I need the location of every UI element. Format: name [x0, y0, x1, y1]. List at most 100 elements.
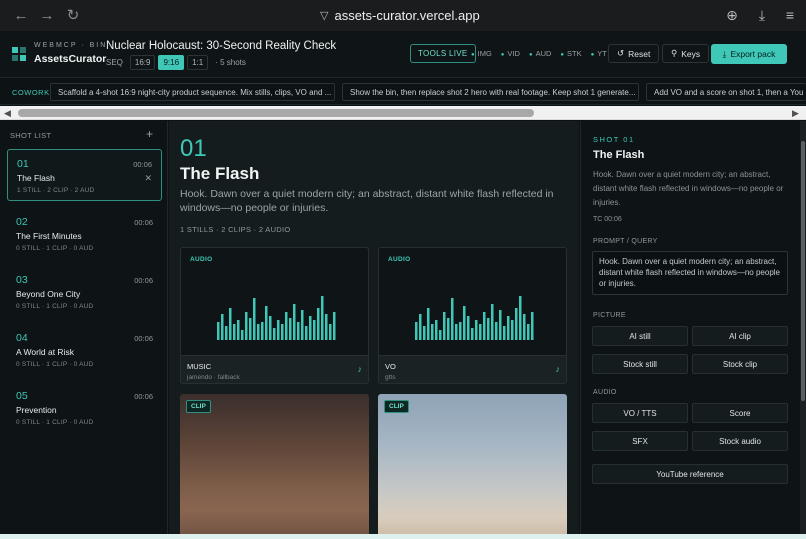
clip-tag: CLIP — [384, 400, 409, 413]
shot-number: 02 — [16, 216, 28, 228]
shot-item-03[interactable]: 03 00:06 Beyond One City 0 STILL · 1 CLI… — [7, 266, 162, 318]
music-note-icon: ♪ — [555, 364, 561, 374]
audio-card-music[interactable]: AUDIO MUSIC jamendo · fallback ♪ — [180, 247, 369, 384]
reset-button[interactable]: ↺ Reset — [608, 44, 660, 63]
audio-source: jamendo · fallback — [187, 374, 240, 381]
shot-name: Prevention — [16, 405, 57, 415]
audio-tag: AUDIO — [388, 256, 411, 263]
shot-meta: 0 STILL · 1 CLIP · 0 AUD — [16, 245, 94, 252]
audio-card-footer: MUSIC jamendo · fallback ♪ — [181, 355, 368, 383]
scrollbar-thumb[interactable] — [18, 109, 534, 117]
capability-stk: STK — [560, 49, 582, 58]
shot-duration: 00:06 — [134, 392, 153, 401]
add-icon[interactable]: ⊕ — [722, 5, 742, 25]
capability-yt: YT — [591, 49, 607, 58]
youtube-reference-button[interactable]: YouTube reference — [592, 464, 788, 484]
ai-still-button[interactable]: AI still — [592, 326, 688, 346]
stock-still-button[interactable]: Stock still — [592, 354, 688, 374]
capability-aud: AUD — [529, 49, 552, 58]
panel-description: Hook. Dawn over a quiet modern city; an … — [593, 170, 784, 207]
cowork-suggestion-chip[interactable]: Show the bin, then replace shot 2 hero w… — [342, 83, 639, 101]
scroll-left-icon[interactable]: ◀ — [4, 108, 11, 119]
shot-duration: 00:06 — [134, 276, 153, 285]
vertical-scrollbar[interactable] — [800, 121, 806, 539]
shot-title: The Flash — [180, 164, 260, 183]
waveform-icon — [217, 296, 336, 340]
keys-button[interactable]: ⚲ Keys — [662, 44, 710, 63]
score-button[interactable]: Score — [692, 403, 788, 423]
add-shot-button[interactable]: + — [146, 127, 153, 141]
back-arrow-icon[interactable]: ← — [12, 6, 30, 24]
url-text: assets-curator.vercel.app — [334, 7, 480, 23]
shot-list-sidebar: SHOT LIST + 01 00:06 The Flash ✕ 1 STILL… — [0, 121, 168, 539]
shot-duration: 00:06 — [133, 160, 152, 169]
ai-clip-button[interactable]: AI clip — [692, 326, 788, 346]
sfx-button[interactable]: SFX — [592, 431, 688, 451]
ratio-9-16-button[interactable]: 9:16 — [158, 55, 185, 70]
audio-card-footer: VO gtts ♪ — [379, 355, 566, 383]
export-pack-button[interactable]: ⤓ Export pack — [711, 44, 787, 64]
shot-item-05[interactable]: 05 00:06 Prevention 0 STILL · 1 CLIP · 0… — [7, 382, 162, 434]
shot-name: Beyond One City — [16, 289, 81, 299]
shot-number: 05 — [16, 390, 28, 402]
download-icon[interactable]: ⤓ — [752, 5, 772, 25]
shot-name: The First Minutes — [16, 231, 82, 241]
reset-label: Reset — [628, 48, 651, 59]
close-icon[interactable]: ✕ — [144, 173, 152, 184]
menu-icon[interactable]: ≡ — [780, 5, 800, 25]
ratio-1-1-button[interactable]: 1:1 — [187, 55, 209, 70]
capability-img: IMG — [471, 49, 492, 58]
music-note-icon: ♪ — [357, 364, 363, 374]
cowork-suggestion-chip[interactable]: Scaffold a 4-shot 16:9 night-city produc… — [50, 83, 335, 101]
shot-duration: 00:06 — [134, 334, 153, 343]
shield-icon: ▽ — [320, 9, 329, 22]
asset-counts: 1 STILLS · 2 CLIPS · 2 AUDIO — [180, 225, 291, 234]
clip-card-2[interactable]: CLIP — [378, 394, 567, 539]
address-bar[interactable]: ▽ assets-curator.vercel.app — [320, 6, 480, 24]
cowork-bar: COWORK Scaffold a 4-shot 16:9 night-city… — [0, 79, 806, 105]
keys-label: Keys — [681, 48, 701, 59]
tools-live-badge: TOOLS LIVE — [410, 44, 476, 63]
bottom-edge — [0, 534, 806, 539]
shot-item-02[interactable]: 02 00:06 The First Minutes 0 STILL · 1 C… — [7, 208, 162, 260]
stock-clip-button[interactable]: Stock clip — [692, 354, 788, 374]
app-root: { "browser": { "url": "assets-curator.ve… — [0, 0, 806, 539]
scroll-right-icon[interactable]: ▶ — [792, 108, 799, 119]
clip-card-1[interactable]: CLIP — [180, 394, 369, 539]
audio-card-vo[interactable]: AUDIO VO gtts ♪ — [378, 247, 567, 384]
key-icon: ⚲ — [671, 48, 678, 58]
vo-tts-button[interactable]: VO / TTS — [592, 403, 688, 423]
waveform-icon — [415, 296, 534, 340]
audio-name: VO — [385, 362, 396, 371]
shot-item-04[interactable]: 04 00:06 A World at Risk 0 STILL · 1 CLI… — [7, 324, 162, 376]
audio-heading: AUDIO — [593, 389, 617, 396]
capability-vid: VID — [501, 49, 520, 58]
scrollbar-thumb[interactable] — [801, 141, 805, 401]
shot-inspector-panel: SHOT 01 The Flash Hook. Dawn over a quie… — [580, 121, 800, 539]
shot-meta: 0 STILL · 1 CLIP · 0 AUD — [16, 303, 94, 310]
shot-meta: 0 STILL · 1 CLIP · 0 AUD — [16, 419, 94, 426]
project-title: Nuclear Holocaust: 30-Second Reality Che… — [106, 40, 337, 52]
horizontal-scrollbar[interactable]: ◀ ▶ — [0, 106, 806, 120]
export-label: Export pack — [730, 49, 776, 59]
prompt-heading: PROMPT / QUERY — [593, 238, 658, 245]
shot-name: The Flash — [17, 173, 55, 183]
shot-big-number: 01 — [180, 135, 207, 162]
shot-list-heading: SHOT LIST — [10, 131, 52, 140]
panel-timecode: TC 00:06 — [593, 216, 622, 223]
forward-arrow-icon[interactable]: → — [38, 6, 56, 24]
sequence-ratio-selector: SEQ 16:9 9:16 1:1 · 5 shots — [106, 55, 246, 70]
reset-icon: ↺ — [617, 48, 625, 58]
seq-label: SEQ — [106, 58, 123, 67]
cowork-suggestion-chip[interactable]: Add VO and a score on shot 1, then a You — [646, 83, 806, 101]
stock-audio-button[interactable]: Stock audio — [692, 431, 788, 451]
shot-item-01[interactable]: 01 00:06 The Flash ✕ 1 STILL · 2 CLIP · … — [7, 149, 162, 201]
cowork-label: COWORK — [12, 88, 50, 97]
panel-title: The Flash — [593, 149, 645, 161]
prompt-query-textarea[interactable]: Hook. Dawn over a quiet modern city; an … — [592, 251, 788, 295]
brand-kicker: WEBMCP · BIN — [34, 42, 108, 49]
ratio-16-9-button[interactable]: 16:9 — [129, 55, 156, 70]
browser-toolbar: ← → ↻ ▽ assets-curator.vercel.app ⊕ ⤓ ≡ — [0, 0, 806, 31]
reload-icon[interactable]: ↻ — [64, 6, 82, 24]
clip-tag: CLIP — [186, 400, 211, 413]
